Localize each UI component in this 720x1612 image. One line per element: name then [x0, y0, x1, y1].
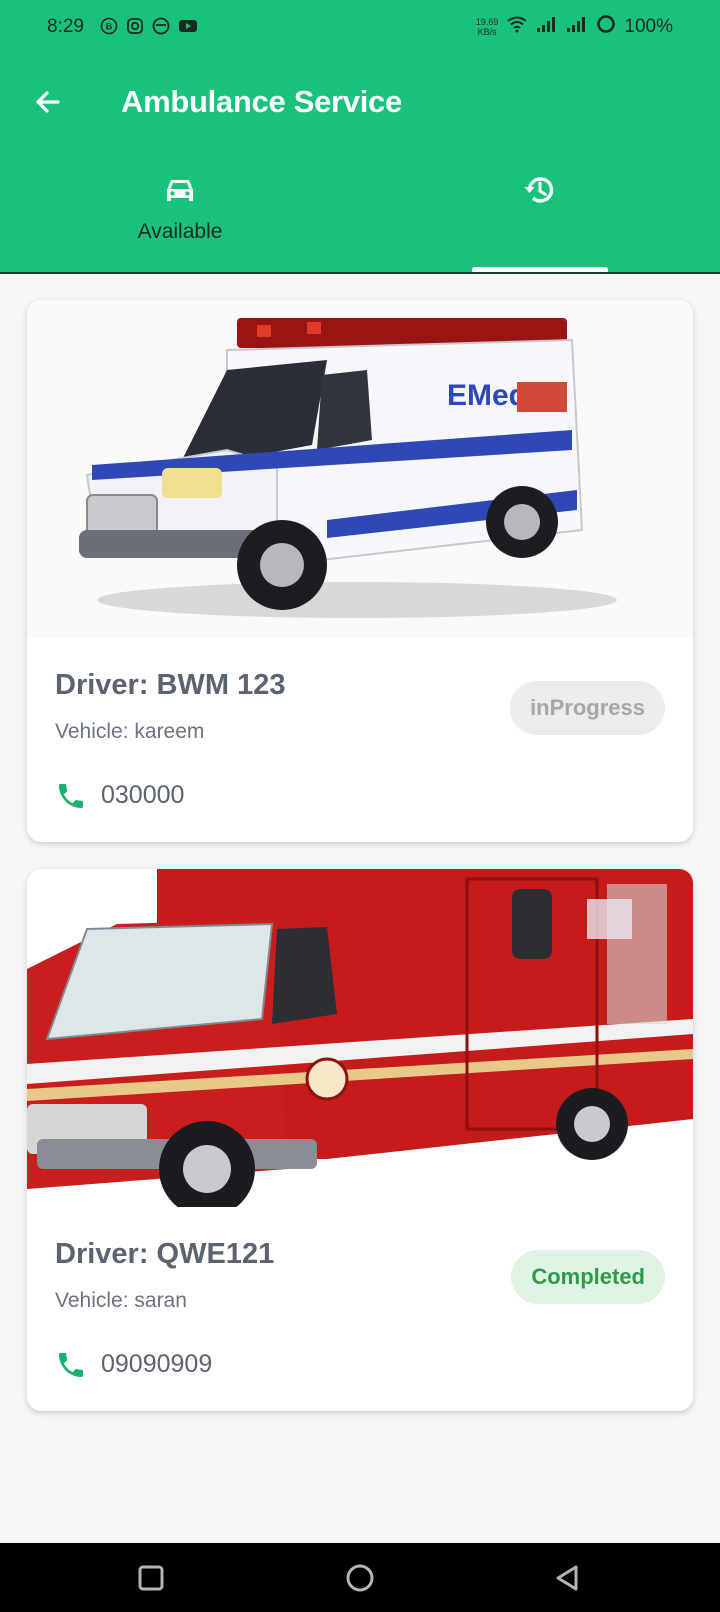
business-chat-icon: B: [100, 17, 118, 35]
vehicle-name: Vehicle: saran: [55, 1289, 187, 1312]
phone-number[interactable]: 09090909: [101, 1350, 212, 1379]
instagram-icon: [126, 17, 144, 35]
triangle-back-icon: [556, 1565, 578, 1591]
app-bar: Ambulance Service: [0, 56, 720, 156]
history-icon: [522, 172, 558, 208]
tab-available[interactable]: Available: [0, 156, 360, 272]
tab-history[interactable]: [360, 156, 720, 272]
driver-name: Driver: BWM 123: [55, 669, 286, 701]
square-icon: [138, 1565, 164, 1591]
app-notification-icon: [152, 17, 170, 35]
tab-available-label: Available: [137, 220, 223, 243]
phone-icon[interactable]: [55, 1349, 87, 1381]
notification-icons: B: [100, 17, 197, 35]
ambulance-car-icon: [162, 172, 198, 208]
battery-percent: 100%: [624, 16, 673, 37]
home-button[interactable]: [345, 1563, 375, 1593]
youtube-icon: [178, 17, 197, 35]
recents-button[interactable]: [136, 1563, 166, 1593]
tab-bar: Available: [0, 156, 720, 274]
system-nav-bar: [0, 1543, 720, 1612]
page-title: Ambulance Service: [121, 84, 402, 119]
booking-card[interactable]: EMed Driver: BWM 123 Vehicle: kareem inP…: [27, 300, 693, 842]
status-badge: Completed: [511, 1250, 665, 1304]
white-ambulance-photo: EMed: [27, 300, 693, 638]
back-arrow-icon: [36, 91, 60, 113]
signal-icon-sim2: [566, 15, 588, 39]
tab-selected-indicator: [472, 267, 608, 272]
battery-icon: [596, 14, 616, 40]
back-button[interactable]: [28, 82, 68, 122]
signal-icon-sim1: [536, 15, 558, 39]
status-bar: 8:29 B 19.69 KB/s 100%: [0, 0, 720, 56]
circle-icon: [346, 1564, 374, 1592]
vehicle-name: Vehicle: kareem: [55, 720, 205, 743]
svg-text:B: B: [106, 22, 113, 32]
status-indicators: 19.69 KB/s 100%: [476, 14, 673, 40]
driver-name: Driver: QWE121: [55, 1238, 275, 1270]
red-ambulance-photo: [27, 869, 693, 1217]
wifi-icon: [506, 15, 528, 39]
network-speed: 19.69 KB/s: [475, 17, 499, 37]
status-time: 8:29: [47, 16, 84, 37]
status-badge: inProgress: [510, 681, 665, 735]
back-nav-button[interactable]: [552, 1563, 582, 1593]
phone-number[interactable]: 030000: [101, 781, 184, 810]
phone-icon[interactable]: [55, 780, 87, 812]
svg-text:EMed: EMed: [447, 379, 527, 412]
booking-card[interactable]: Driver: QWE121 Vehicle: saran Completed …: [27, 869, 693, 1411]
